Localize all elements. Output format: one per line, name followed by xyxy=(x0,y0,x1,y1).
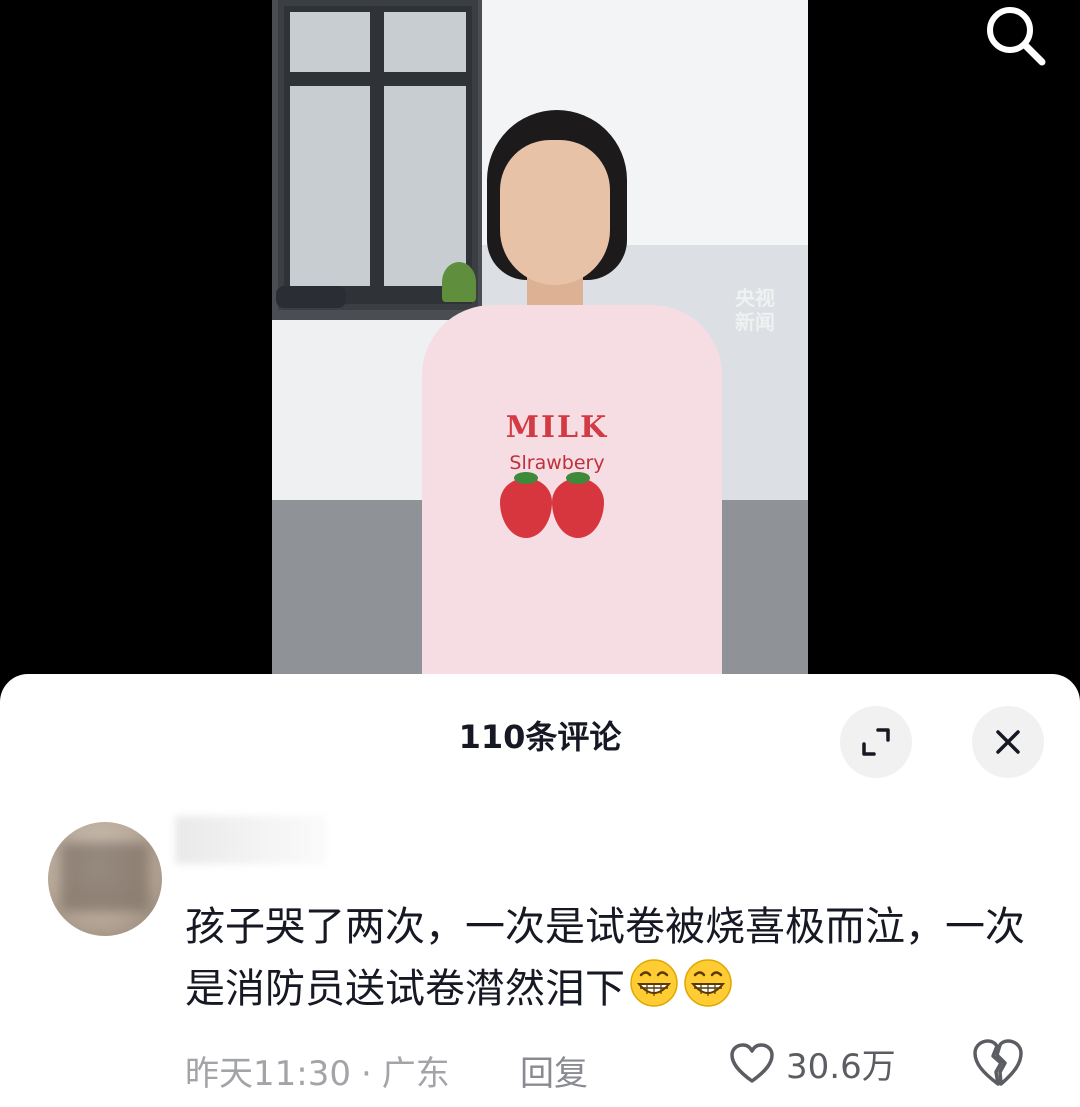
username-redacted[interactable] xyxy=(175,816,325,864)
grin-emoji-icon xyxy=(630,959,678,1007)
comments-panel: 110条评论 孩子哭了两次，一次是试卷被烧喜极而泣，一次是消防员送试卷潸然泪下 xyxy=(0,674,1080,1107)
shirt-print-title: MILK xyxy=(505,410,609,445)
avatar[interactable] xyxy=(48,822,162,936)
video-window xyxy=(278,0,478,310)
close-icon xyxy=(996,730,1020,754)
expand-button[interactable] xyxy=(840,706,912,778)
grin-emoji-icon xyxy=(684,959,732,1007)
plant-pot xyxy=(442,262,476,302)
meta-separator: · xyxy=(360,1054,372,1094)
comment-meta: 昨天11:30 · 广东 xyxy=(185,1046,450,1095)
expand-icon xyxy=(862,728,890,756)
comments-count-title: 110条评论 xyxy=(458,718,622,756)
heart-icon xyxy=(730,1043,774,1083)
close-button[interactable] xyxy=(972,706,1044,778)
video-player[interactable]: MILK Slrawbery 央视 新闻 xyxy=(272,0,808,690)
person-face xyxy=(500,140,610,285)
broken-heart-icon xyxy=(973,1039,1023,1086)
like-count: 30.6万 xyxy=(786,1046,896,1087)
app-screen: MILK Slrawbery 央视 新闻 110条评论 孩子哭了两次，一次是试卷… xyxy=(0,0,1080,1107)
comment-location: 广东 xyxy=(381,1054,450,1094)
shirt-print-subtitle: Slrawbery xyxy=(509,452,605,474)
cctv-news-watermark: 央视 新闻 xyxy=(735,286,775,334)
comment-time: 昨天11:30 xyxy=(185,1054,351,1094)
reply-button[interactable]: 回复 xyxy=(520,1046,588,1095)
dislike-button[interactable] xyxy=(970,1036,1026,1090)
comment-text: 孩子哭了两次，一次是试卷被烧喜极而泣，一次是消防员送试卷潸然泪下 xyxy=(185,896,1045,1020)
like-button[interactable]: 30.6万 xyxy=(728,1036,896,1090)
search-icon[interactable] xyxy=(980,2,1050,66)
comment-body: 孩子哭了两次，一次是试卷被烧喜极而泣，一次是消防员送试卷潸然泪下 xyxy=(185,904,1025,1012)
